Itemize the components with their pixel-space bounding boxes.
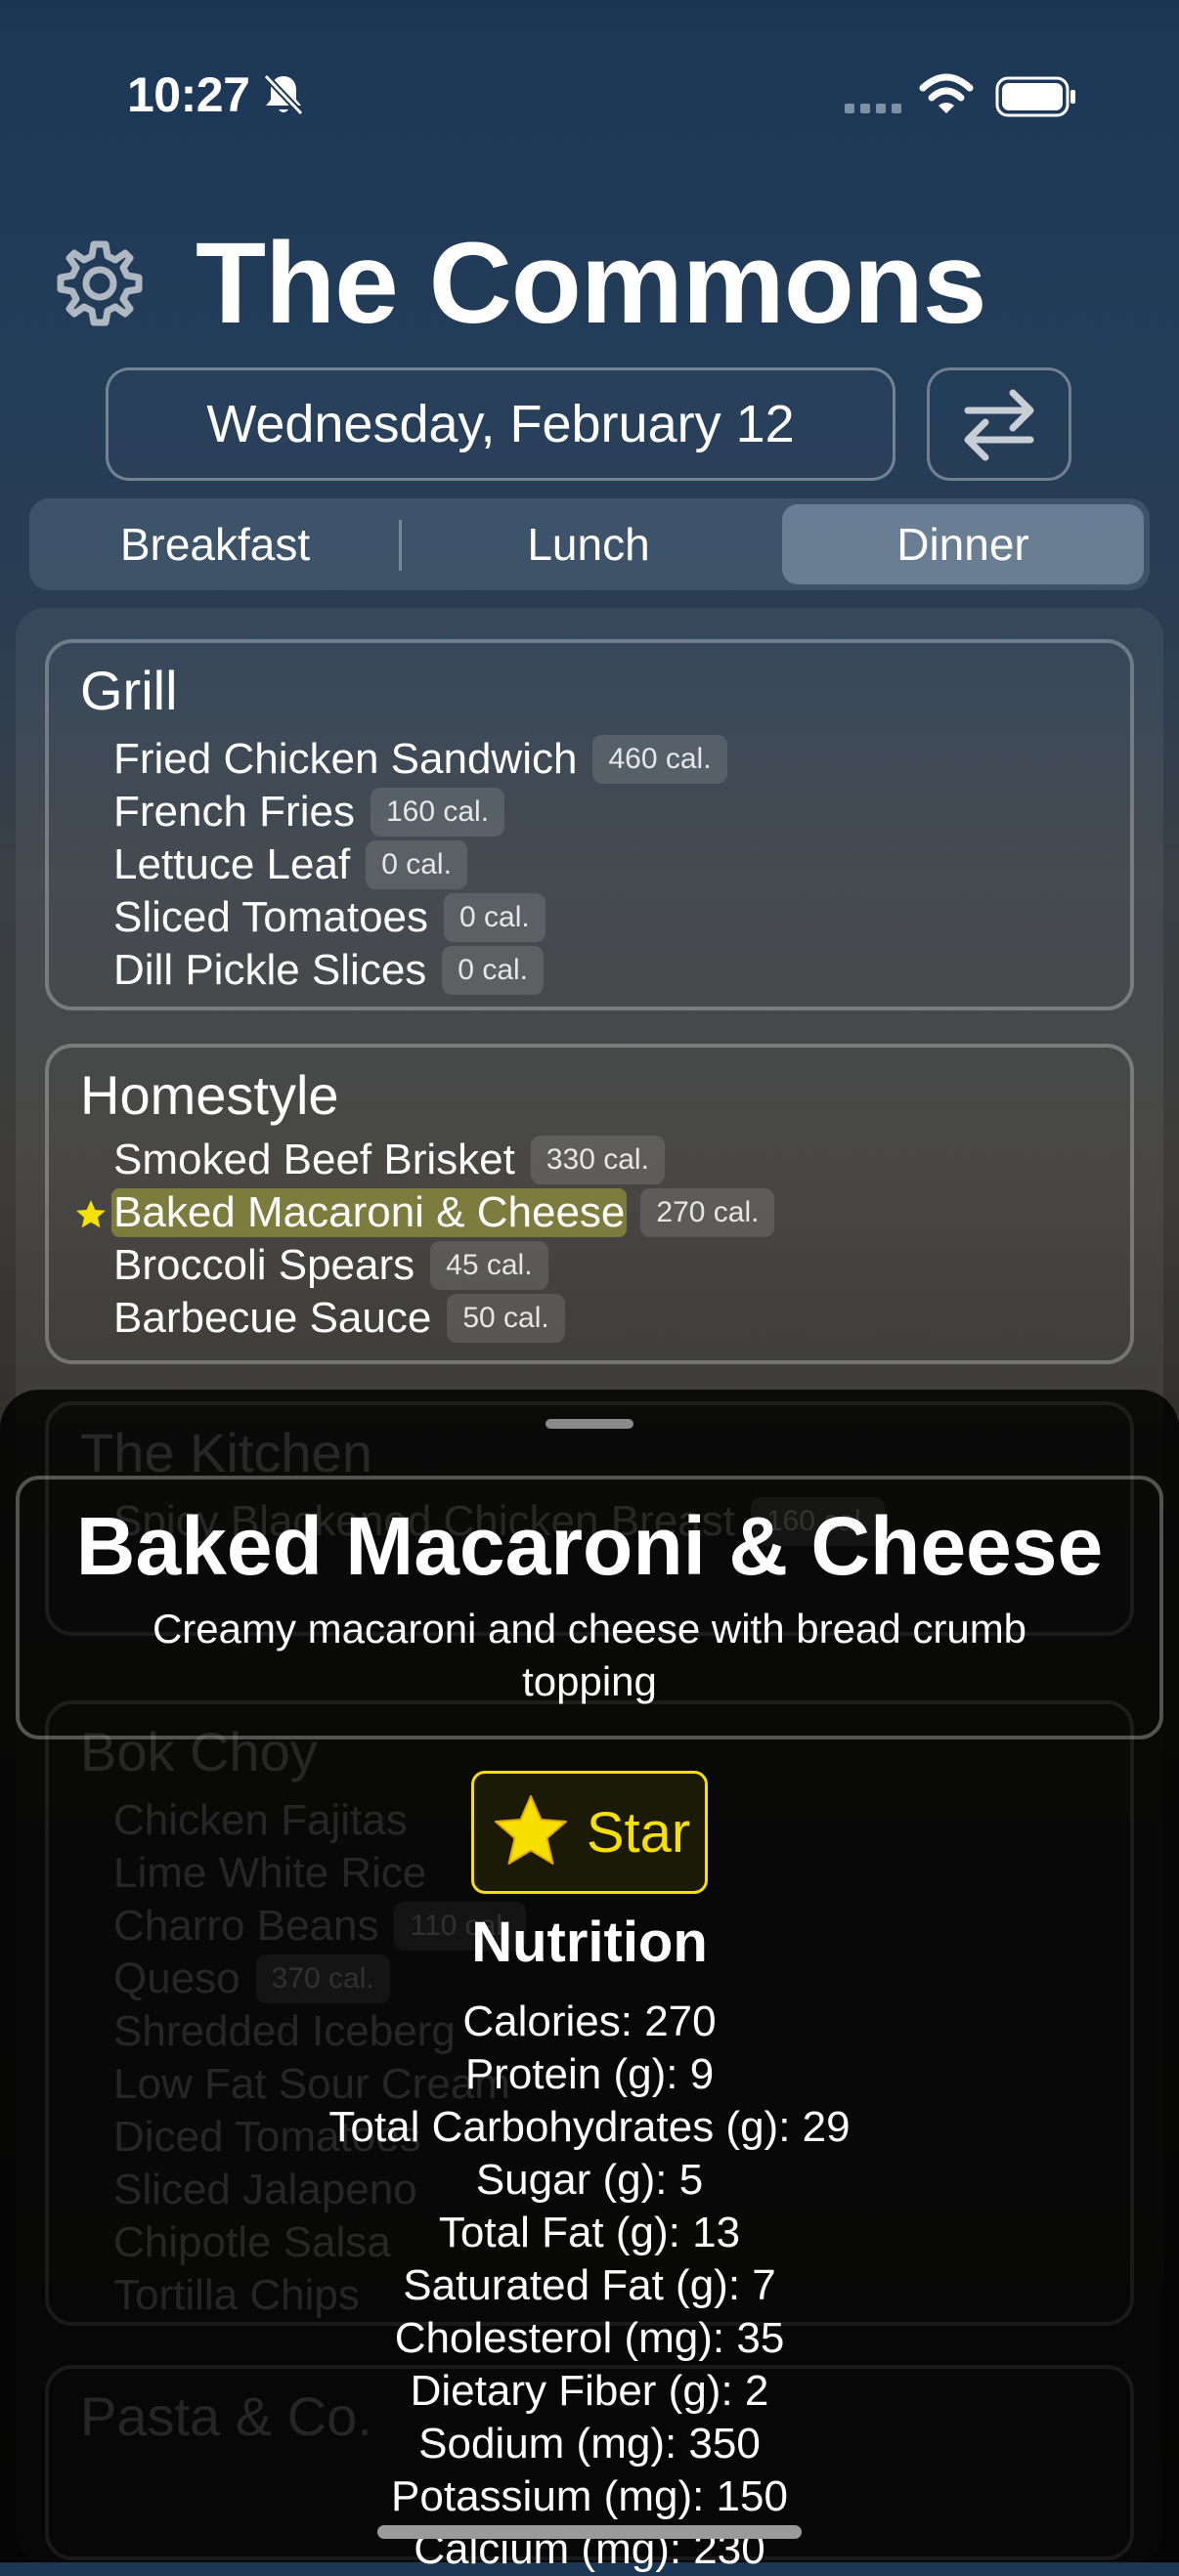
nutrition-row: Potassium (mg): 150 bbox=[391, 2472, 788, 2520]
menu-item: Lime White Rice bbox=[111, 1847, 428, 1900]
nutrition-row: Calories: 270 bbox=[462, 1997, 717, 2045]
nutrition-row: Sugar (g): 5 bbox=[475, 2156, 704, 2204]
nutrition-row: Saturated Fat (g): 7 bbox=[403, 2261, 776, 2309]
nutrition-row: Dietary Fiber (g): 2 bbox=[410, 2367, 769, 2415]
menu-item-name: Lime White Rice bbox=[113, 1849, 427, 1897]
nutrition-row: Sodium (mg): 350 bbox=[418, 2420, 761, 2468]
sheet-grabber-handle[interactable] bbox=[546, 1419, 633, 1429]
nutrition-row: Cholesterol (mg): 35 bbox=[394, 2314, 785, 2362]
nutrition-row: Total Fat (g): 13 bbox=[438, 2209, 741, 2256]
nutrition-list: Calories: 270 Protein (g): 9 Total Carbo… bbox=[0, 1996, 1179, 2576]
detail-item-description: Creamy macaroni and cheese with bread cr… bbox=[152, 1606, 1027, 1704]
home-indicator[interactable] bbox=[377, 2525, 802, 2539]
nutrition-row: Protein (g): 9 bbox=[464, 2050, 715, 2098]
star-button[interactable]: Star bbox=[471, 1771, 708, 1894]
nutrition-row: Total Carbohydrates (g): 29 bbox=[328, 2103, 851, 2151]
menu-item: Chicken Fajitas bbox=[111, 1794, 410, 1847]
star-button-label: Star bbox=[586, 1800, 691, 1865]
menu-item-name: Chicken Fajitas bbox=[113, 1796, 408, 1844]
nutrition-heading: Nutrition bbox=[471, 1911, 708, 1974]
star-icon bbox=[494, 1795, 567, 1865]
detail-item-name: Baked Macaroni & Cheese bbox=[75, 1500, 1104, 1592]
